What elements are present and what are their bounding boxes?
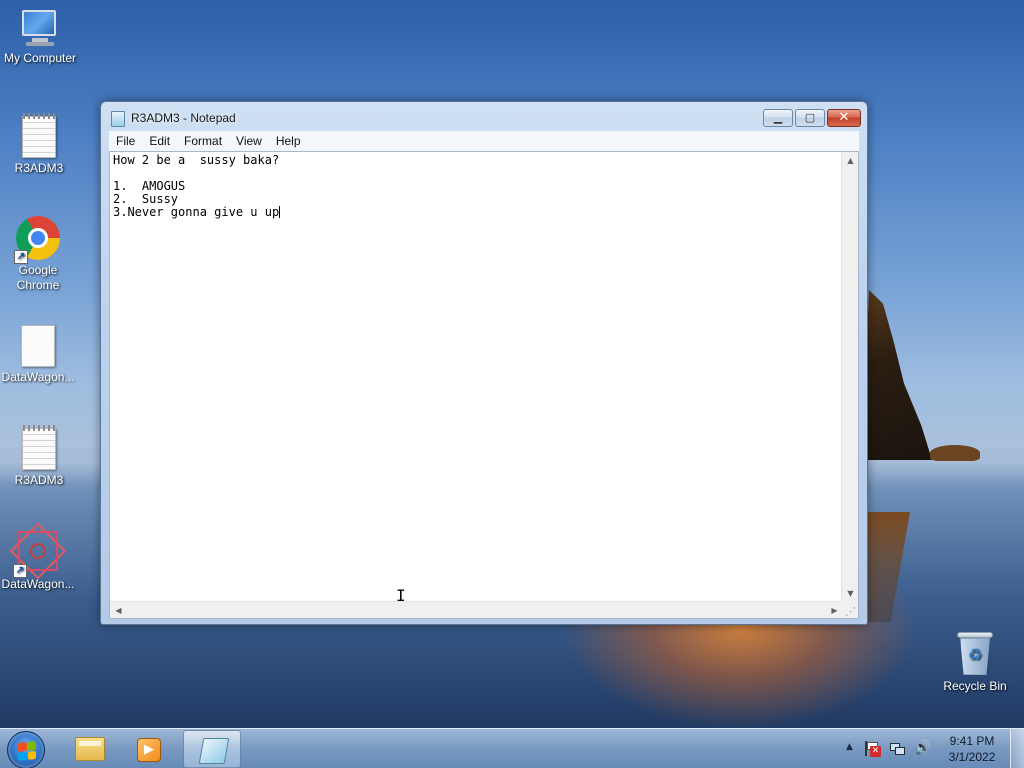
- blank-document-icon: [21, 325, 55, 367]
- close-button[interactable]: ✕: [827, 109, 861, 127]
- desktop-icon-my-computer[interactable]: My Computer: [0, 8, 80, 66]
- wallpaper-cliff: [862, 290, 932, 460]
- taskbar: ▲ ✕ 🔊 9:41 PM 3/1/2022: [0, 728, 1024, 768]
- clock[interactable]: 9:41 PM 3/1/2022: [942, 733, 1002, 765]
- menu-format[interactable]: Format: [177, 131, 229, 151]
- media-player-icon: [137, 738, 161, 762]
- menu-edit[interactable]: Edit: [142, 131, 177, 151]
- text-document-icon: [22, 113, 56, 158]
- caption-buttons: ▁ ▢ ✕: [763, 109, 861, 127]
- shortcut-arrow-icon: ↗: [14, 250, 28, 264]
- desktop-icon-datawagon-2[interactable]: ↗ DataWagon...: [0, 522, 78, 592]
- desktop-icon-label: R3ADM3: [14, 473, 64, 487]
- title-bar[interactable]: R3ADM3 - Notepad ▁ ▢ ✕: [101, 102, 867, 132]
- shortcut-arrow-icon: ↗: [13, 564, 27, 578]
- windows-logo-icon: [18, 741, 36, 761]
- notepad-icon: [111, 111, 125, 127]
- vertical-scrollbar[interactable]: ▲ ▼: [841, 152, 858, 602]
- text-editor[interactable]: How 2 be a sussy baka?​1. AMOGUS2. Sussy…: [109, 151, 859, 619]
- menu-file[interactable]: File: [109, 131, 142, 151]
- scroll-down-arrow-icon[interactable]: ▼: [842, 585, 859, 602]
- text-line-with-caret: 3.Never gonna give u up: [113, 206, 840, 219]
- text-line: 1. AMOGUS: [113, 179, 186, 193]
- desktop-icon-r3adm3[interactable]: R3ADM3: [0, 113, 79, 176]
- text-line: ​: [113, 167, 840, 180]
- start-button[interactable]: [7, 731, 45, 768]
- datawagon-logo-icon: ↗: [9, 522, 67, 580]
- text-line: How 2 be a sussy baka?: [113, 153, 280, 167]
- text-document-icon: [22, 425, 56, 470]
- desktop-icon-label: My Computer: [3, 51, 77, 65]
- horizontal-scrollbar[interactable]: ◀ ▶: [110, 601, 843, 618]
- taskbar-windows-explorer[interactable]: [60, 730, 118, 768]
- recycle-bin-icon: ♻: [957, 632, 993, 676]
- menu-help[interactable]: Help: [269, 131, 308, 151]
- show-hidden-icons-chevron-icon[interactable]: ▲: [846, 742, 853, 752]
- action-center-flag-icon[interactable]: ✕: [864, 741, 881, 757]
- computer-icon: [20, 8, 60, 48]
- menu-view[interactable]: View: [229, 131, 269, 151]
- ibeam-cursor-icon: I: [396, 586, 406, 605]
- desktop-icon-google-chrome[interactable]: ↗ Google Chrome: [0, 216, 78, 293]
- desktop-icon-r3adm3-2[interactable]: R3ADM3: [0, 425, 79, 488]
- scroll-up-arrow-icon[interactable]: ▲: [842, 152, 859, 169]
- maximize-button[interactable]: ▢: [795, 109, 825, 127]
- desktop-icon-label: Google Chrome: [16, 263, 60, 292]
- menu-bar: File Edit Format View Help: [109, 131, 859, 151]
- taskbar-media-player[interactable]: [120, 730, 178, 768]
- desktop-icon-label: DataWagon...: [1, 370, 75, 384]
- clock-time: 9:41 PM: [949, 734, 995, 748]
- desktop-icon-label: Recycle Bin: [943, 679, 1007, 693]
- desktop-icon-datawagon-1[interactable]: DataWagon...: [0, 325, 78, 385]
- volume-icon[interactable]: 🔊: [914, 740, 931, 756]
- minimize-button[interactable]: ▁: [763, 109, 793, 127]
- wallpaper-rock: [930, 445, 980, 461]
- window-title: R3ADM3 - Notepad: [131, 111, 236, 125]
- desktop-icon-recycle-bin[interactable]: ♻ Recycle Bin: [935, 630, 1015, 694]
- show-desktop-button[interactable]: [1010, 729, 1024, 768]
- notepad-icon: [198, 738, 230, 764]
- folder-icon: [75, 737, 105, 761]
- network-icon[interactable]: [890, 741, 906, 757]
- desktop-icon-label: R3ADM3: [14, 161, 64, 175]
- notepad-window[interactable]: R3ADM3 - Notepad ▁ ▢ ✕ File Edit Format …: [100, 101, 868, 625]
- resize-grip-icon[interactable]: [841, 601, 858, 618]
- text-content[interactable]: How 2 be a sussy baka?​1. AMOGUS2. Sussy…: [110, 152, 843, 602]
- desktop-icon-label: DataWagon...: [1, 577, 75, 591]
- scroll-left-arrow-icon[interactable]: ◀: [110, 602, 127, 619]
- clock-date: 3/1/2022: [948, 750, 996, 764]
- chrome-icon: ↗: [14, 216, 60, 264]
- text-line: 3.Never gonna give u up: [113, 205, 280, 219]
- taskbar-notepad[interactable]: [183, 730, 241, 768]
- text-caret: [279, 206, 281, 218]
